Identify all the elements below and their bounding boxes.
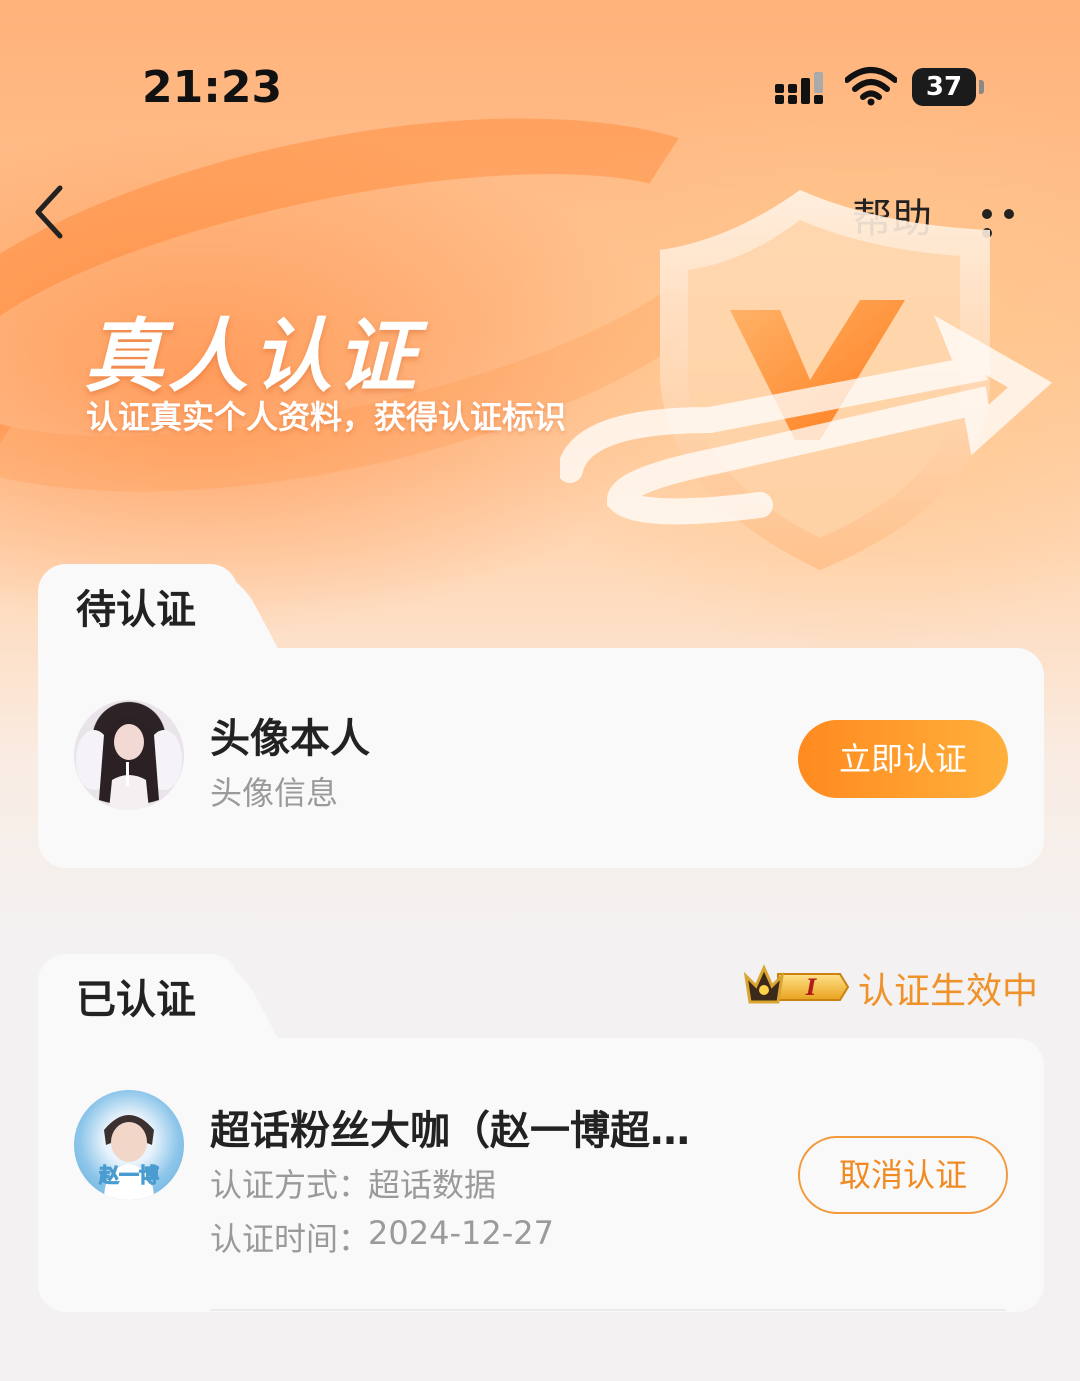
status-time: 21:23 [142,62,283,113]
badge-level: I [805,975,817,1001]
divider [210,1309,1006,1311]
method-value: 超话数据 [368,1166,497,1204]
avatar: 赵一博 [74,1090,184,1200]
avatar-figure: 赵一博 [98,1115,160,1200]
pending-item-subtitle: 头像信息 [210,774,339,812]
back-button[interactable] [28,182,72,242]
avatar-caption: 赵一博 [98,1163,159,1187]
time-value: 2024-12-27 [368,1214,554,1252]
tab-verified: 已认证 [38,954,238,1046]
page-title: 真人认证 [84,310,420,403]
cancel-verification-button[interactable]: 取消认证 [798,1136,1008,1214]
page-subtitle: 认证真实个人资料，获得认证标识 [86,398,567,436]
crown-icon: I [743,964,850,1004]
pending-card: 头像本人 头像信息 立即认证 [38,648,1044,868]
method-label: 认证方式： [210,1166,371,1204]
verify-now-button[interactable]: 立即认证 [798,720,1008,798]
verified-card: 赵一博 超话粉丝大咖（赵一博超… 认证方式： 超话数据 认证时间： 2024-1… [38,1038,1044,1312]
wifi-icon [845,67,897,106]
avatar [74,700,184,810]
battery-cap [979,80,984,94]
signal-icon [775,72,823,104]
battery-icon: 37 [912,68,976,106]
shield-check-icon [560,190,1053,570]
verification-status: 认证生效中 [858,971,1039,1012]
tab-pending: 待认证 [38,564,238,656]
avatar-figure [76,717,182,810]
verified-item-title: 超话粉丝大咖（赵一博超… [210,1108,690,1154]
pending-item-title: 头像本人 [210,716,370,762]
time-label: 认证时间： [210,1220,371,1258]
